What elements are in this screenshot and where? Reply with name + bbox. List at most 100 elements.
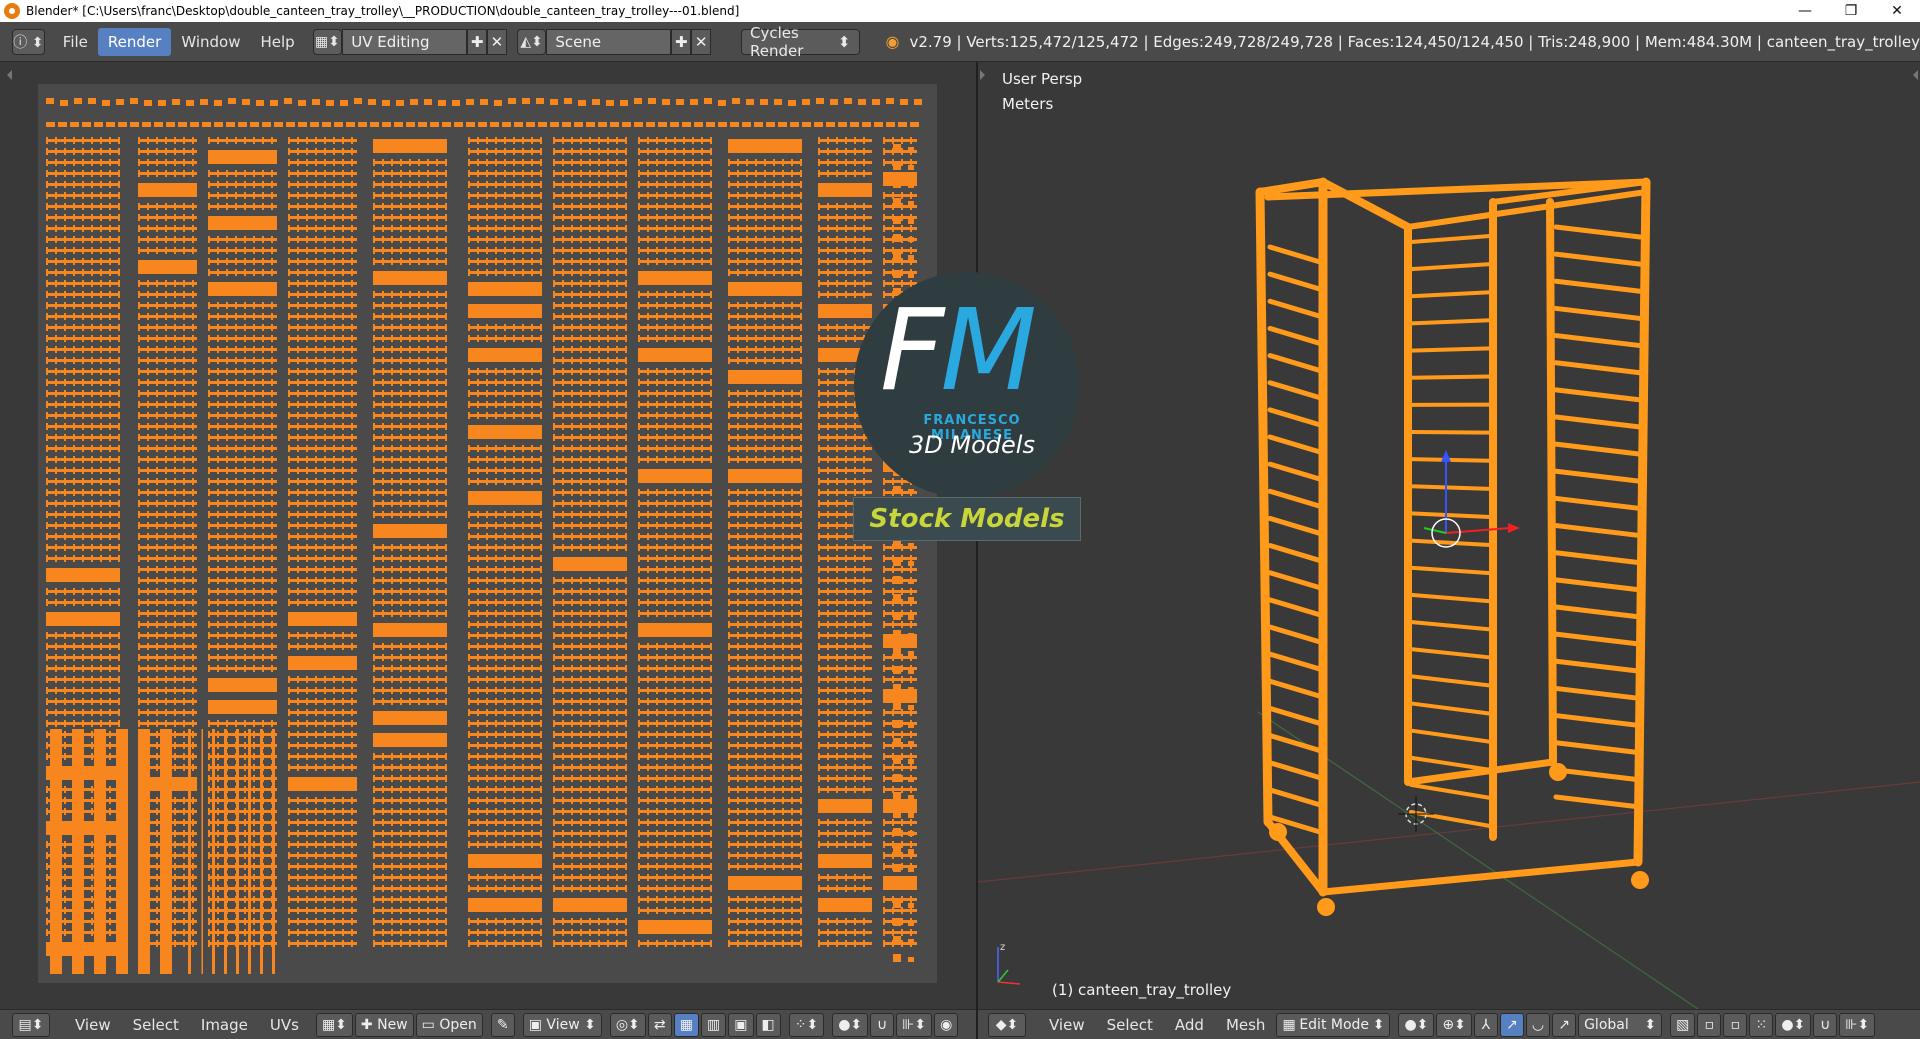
screen-layout-icon-button[interactable]: ▦⬍ [312, 28, 343, 55]
image-browse-button[interactable]: ▦⬍ [315, 1012, 353, 1037]
uv-image-editor[interactable] [0, 62, 976, 1009]
edit-mode-icon: ▦ [1282, 1016, 1296, 1033]
scene-field[interactable]: Scene [546, 28, 672, 55]
solid-shading-icon: ●⬍ [1404, 1016, 1429, 1033]
shading-dropdown[interactable]: ●⬍ [1398, 1012, 1435, 1037]
blender-logo-icon [4, 3, 20, 19]
x-icon: ✕ [694, 32, 708, 51]
sticky-mode-dropdown[interactable]: ⁘⬍ [788, 1012, 825, 1037]
vertex-select-mode-button[interactable]: ▫ [1697, 1012, 1722, 1037]
new-image-button[interactable]: ✚ New [354, 1012, 414, 1037]
render-engine-dropdown[interactable]: Cycles Render ⬍ [741, 24, 860, 60]
pivot-point-dropdown[interactable]: ⊕⬍ [1436, 1012, 1472, 1037]
layout-grid-icon: ▦⬍ [314, 33, 340, 50]
close-button[interactable]: ✕ [1874, 0, 1920, 22]
editor-type-3d-button[interactable]: ◆⬍ [988, 1012, 1026, 1037]
face-select-button[interactable]: ▣ [728, 1012, 754, 1037]
uv-menu-select[interactable]: Select [122, 1016, 190, 1034]
pin-image-button[interactable]: ✎ [490, 1012, 515, 1037]
edge-select-mode-button[interactable]: ▫ [1723, 1012, 1748, 1037]
uv-menu-view[interactable]: View [64, 1016, 122, 1034]
add-scene-button[interactable]: ✚ [671, 28, 692, 55]
3d-menu-add[interactable]: Add [1164, 1016, 1215, 1034]
face-select-icon: ▣ [734, 1016, 748, 1033]
edge-select-button[interactable]: ▥ [701, 1012, 727, 1037]
sync-icon: ⇄ [653, 1016, 666, 1033]
uv-editor-header: ▤⬍ View Select Image UVs ▦⬍ ✚ New ▭ Open… [0, 1009, 976, 1039]
translate-manipulator-button[interactable]: ↗ [1499, 1012, 1524, 1037]
sync-selection-button[interactable]: ⇄ [647, 1012, 672, 1037]
view-mode-dropdown[interactable]: ▣ View ⬍ [522, 1012, 602, 1037]
snap-3d-toggle[interactable]: ∪ [1813, 1012, 1838, 1037]
menu-file[interactable]: File [53, 28, 98, 56]
menu-window[interactable]: Window [171, 28, 250, 56]
plus-icon: ✚ [674, 32, 688, 51]
3d-menu-mesh[interactable]: Mesh [1215, 1016, 1277, 1034]
add-screen-button[interactable]: ✚ [467, 28, 488, 55]
view-mode-label: View [546, 1016, 580, 1033]
viewport-scene: z [978, 177, 1920, 1009]
scale-icon: ↗ [1558, 1016, 1570, 1033]
snap-element-icon: ⊪⬍ [902, 1016, 927, 1033]
area-corner-icon[interactable] [1908, 70, 1918, 80]
island-select-button[interactable]: ◧ [755, 1012, 781, 1037]
scene-icon-button[interactable]: ◭⬍ [516, 28, 547, 55]
x-icon: ✕ [490, 32, 504, 51]
pivot-dropdown[interactable]: ◎⬍ [609, 1012, 646, 1037]
snap-element-dropdown[interactable]: ⊪⬍ [896, 1012, 933, 1037]
fm-logo-m: M [940, 286, 1037, 416]
edge-mode-icon: ▫ [1730, 1016, 1741, 1033]
menu-help[interactable]: Help [250, 28, 304, 56]
manipulator-toggle[interactable]: ⅄ [1473, 1012, 1498, 1037]
active-object-label: (1) canteen_tray_trolley [1052, 981, 1232, 999]
orientation-dropdown[interactable]: Global ⬍ [1578, 1012, 1663, 1037]
scale-manipulator-button[interactable]: ↗ [1552, 1012, 1577, 1037]
edge-select-icon: ▥ [707, 1016, 721, 1033]
vertex-select-button[interactable]: ▦ [673, 1012, 700, 1037]
circle-icon: ◉ [940, 1016, 953, 1033]
transform-manipulator-icon[interactable] [1423, 450, 1520, 548]
screen-layout-field[interactable]: UV Editing [342, 28, 468, 55]
editor-type-image-button[interactable]: ▤⬍ [12, 1012, 50, 1037]
vertex-mode-icon: ▫ [1704, 1016, 1715, 1033]
3d-menu-view[interactable]: View [1038, 1016, 1096, 1034]
snap-3d-element-dropdown[interactable]: ⊪⬍ [1839, 1012, 1876, 1037]
fm-logo: FM [880, 295, 1037, 407]
area-corner-icon[interactable] [2, 70, 12, 80]
snap-toggle[interactable]: ∪ [870, 1012, 895, 1037]
editor-type-info-button[interactable]: ⓘ ⬍ [12, 28, 45, 55]
x-axis-line [978, 781, 1920, 883]
stock-models-badge: Stock Models [853, 497, 1081, 541]
uv-menu-uvs[interactable]: UVs [259, 1016, 310, 1034]
rotate-manipulator-button[interactable]: ◡ [1525, 1012, 1551, 1037]
maximize-button[interactable]: ❐ [1828, 0, 1874, 22]
arrow-icon: ↗ [1505, 1016, 1518, 1033]
fm-logo-subtitle: 3D Models [909, 431, 1035, 459]
minimize-button[interactable]: — [1782, 0, 1828, 22]
snap-icon: ∪ [877, 1016, 888, 1033]
proportional-edit-dropdown[interactable]: ●⬍ [832, 1012, 869, 1037]
info-header: ⓘ ⬍ File Render Window Help ▦⬍ UV Editin… [0, 22, 1920, 62]
occlude-geometry-button[interactable]: ⁙ [1749, 1012, 1774, 1037]
delete-screen-button[interactable]: ✕ [487, 28, 507, 55]
3d-viewport[interactable]: User Persp Meters z (1) canteen_tray_tro… [978, 62, 1920, 1009]
trolley-mesh[interactable] [1255, 177, 1651, 916]
area-corner-icon[interactable] [980, 70, 990, 80]
open-image-button[interactable]: ▭ Open [415, 1012, 483, 1037]
proportional-icon: ●⬍ [838, 1016, 863, 1033]
chevron-updown-icon: ⬍ [837, 32, 851, 51]
layers-button[interactable]: ▧ [1670, 1012, 1696, 1037]
image-editor-icon: ▤⬍ [18, 1016, 44, 1033]
3d-menu-select[interactable]: Select [1096, 1016, 1164, 1034]
mode-dropdown[interactable]: ▦ Edit Mode ⬍ [1276, 1012, 1391, 1037]
sticky-icon: ⁘⬍ [794, 1016, 819, 1033]
menu-render[interactable]: Render [97, 27, 172, 56]
chevron-updown-icon: ⬍ [579, 1016, 596, 1033]
uv-menu-image[interactable]: Image [190, 1016, 259, 1034]
delete-scene-button[interactable]: ✕ [691, 28, 712, 55]
info-icon: ⓘ ⬍ [13, 34, 44, 51]
proportional-edit-3d-dropdown[interactable]: ●⬍ [1775, 1012, 1812, 1037]
snap-3d-element-icon: ⊪⬍ [1845, 1016, 1870, 1033]
uv-layout-canvas[interactable] [38, 84, 937, 983]
uv-extra-button[interactable]: ◉ [934, 1012, 959, 1037]
